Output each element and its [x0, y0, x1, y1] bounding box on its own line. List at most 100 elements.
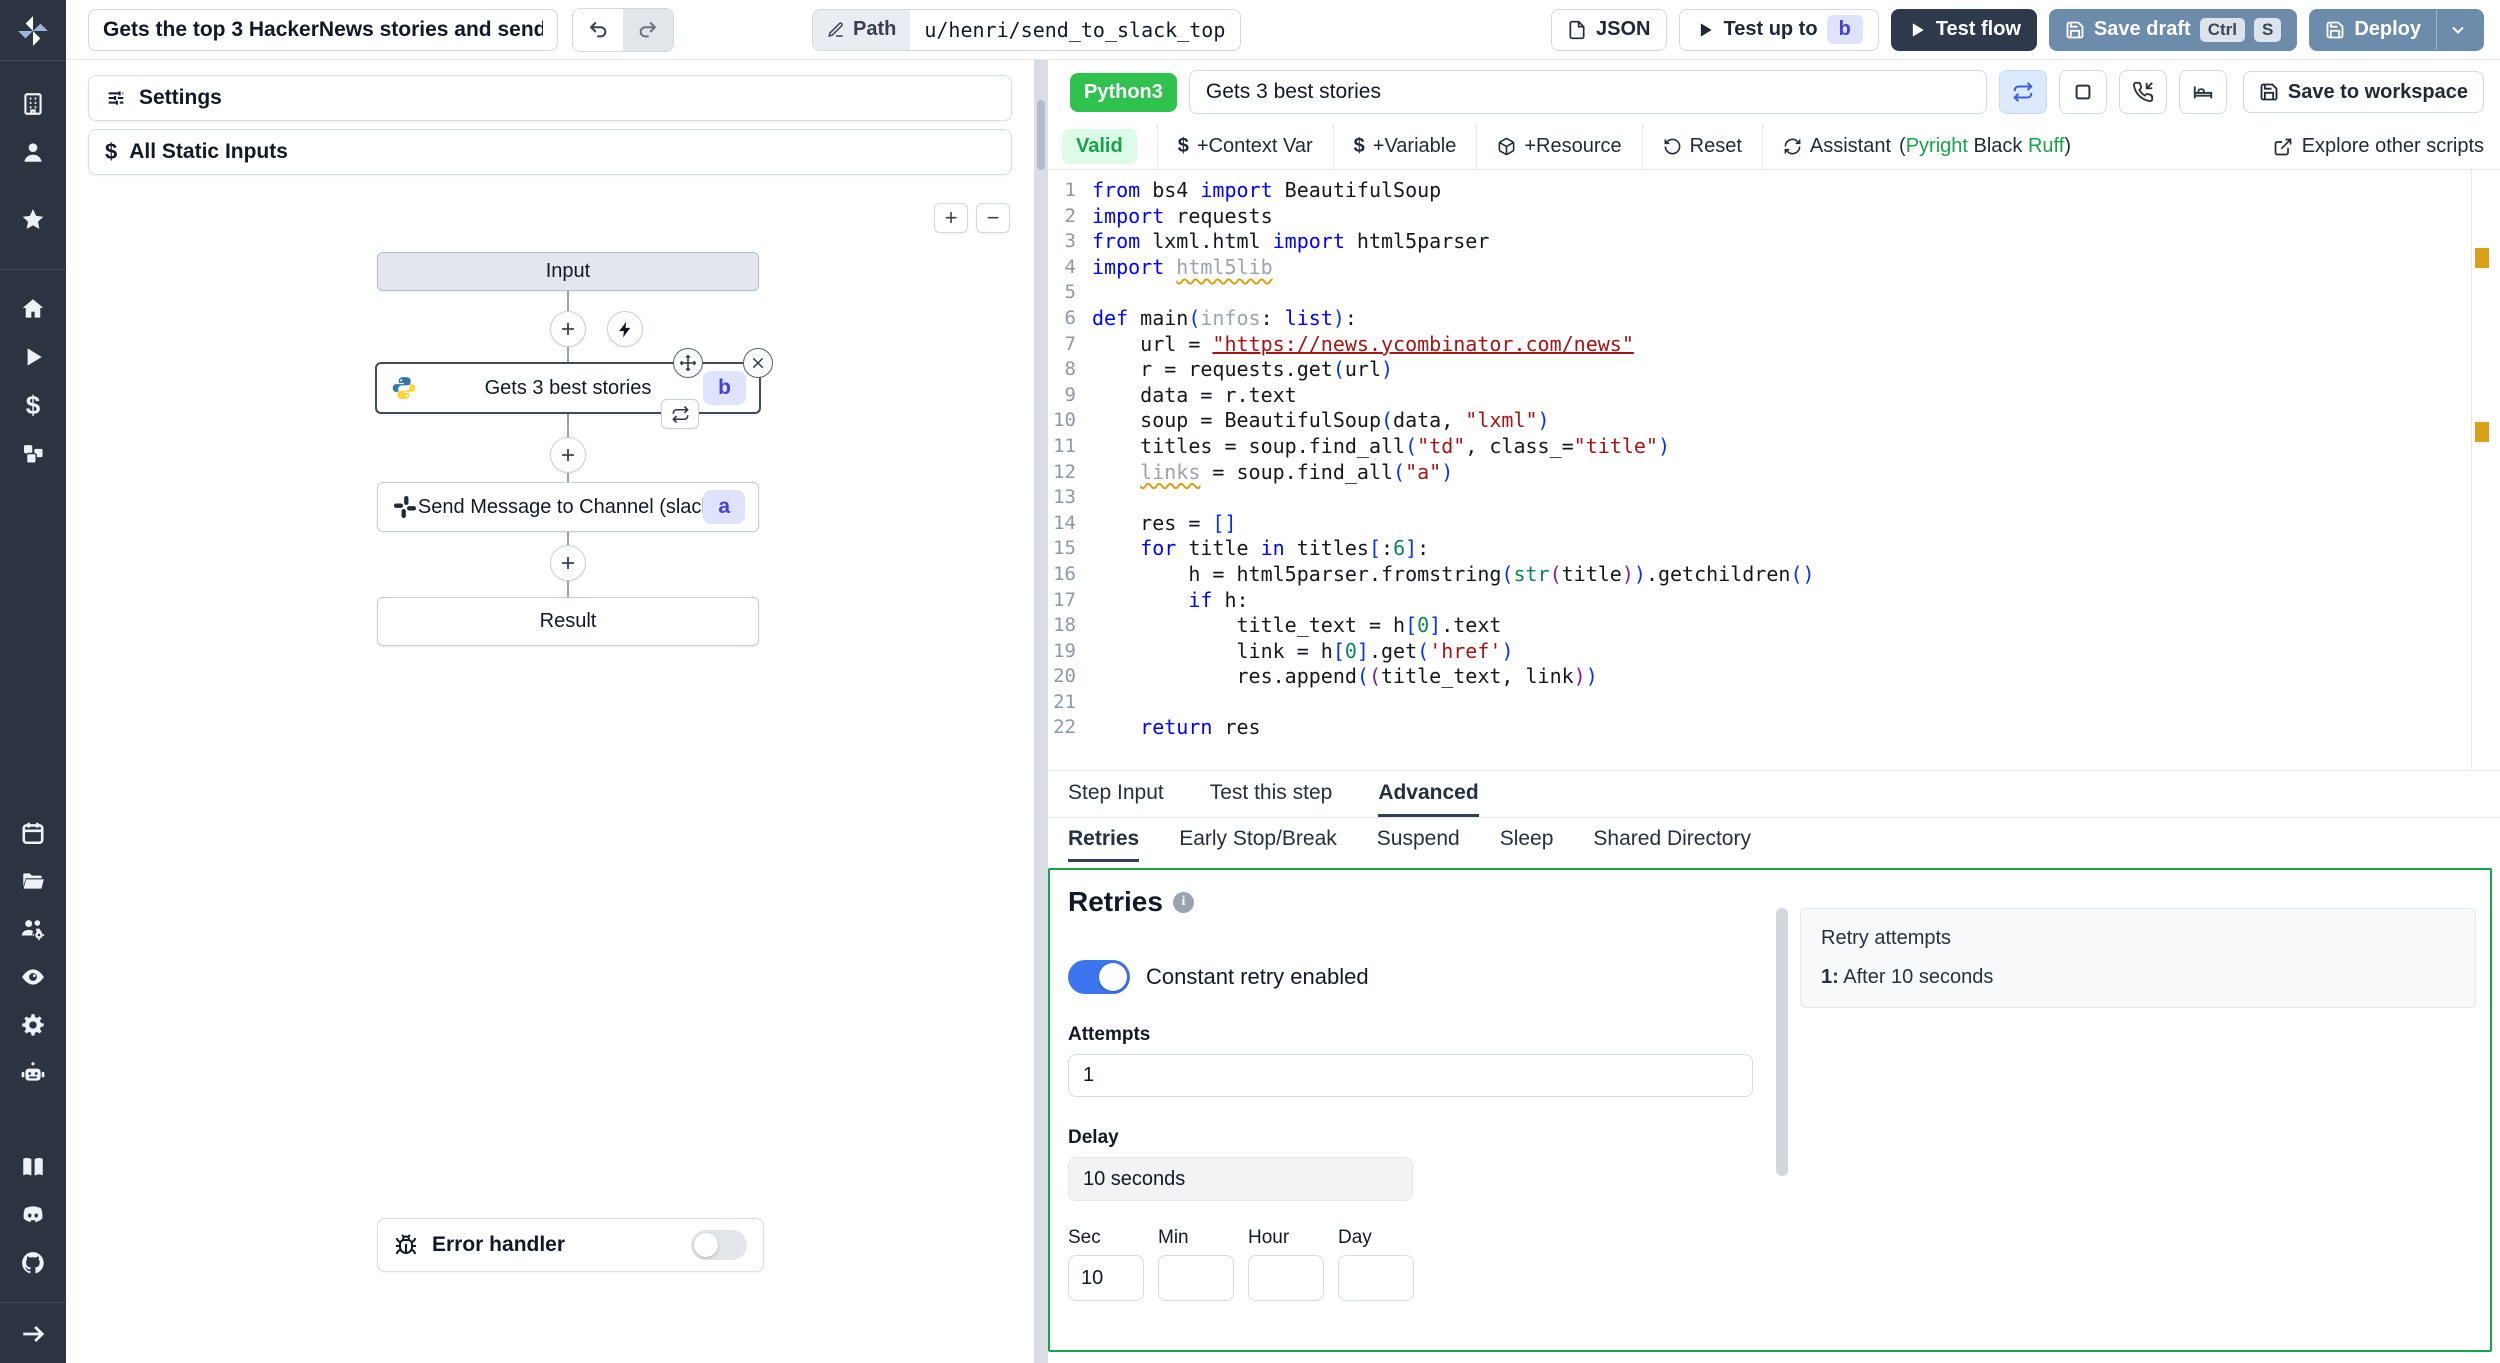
retry-indicator-button[interactable] — [661, 399, 699, 429]
code-line[interactable]: 14 res = [] — [1048, 511, 2500, 537]
code-line[interactable]: 1 from bs4 import BeautifulSoup — [1048, 178, 2500, 204]
code-line[interactable]: 2 import requests — [1048, 204, 2500, 230]
error-handler-toggle[interactable] — [691, 1230, 747, 1260]
explore-other-scripts-button[interactable]: Explore other scripts — [2273, 135, 2484, 158]
arrow-right-icon[interactable] — [18, 1319, 48, 1349]
json-button[interactable]: JSON — [1551, 8, 1667, 51]
step-title-input[interactable] — [1188, 70, 1987, 114]
calendar-icon[interactable] — [18, 818, 48, 848]
save-to-workspace-button[interactable]: Save to workspace — [2242, 71, 2484, 113]
graph-zoom-in-button[interactable]: + — [934, 203, 968, 233]
code-line[interactable]: 15 for title in titles[:6]: — [1048, 536, 2500, 562]
code-line[interactable]: 5 — [1048, 280, 2500, 306]
insert-step-button[interactable] — [550, 437, 586, 473]
min-input[interactable] — [1158, 1255, 1234, 1301]
subtab-sleep[interactable]: Sleep — [1500, 818, 1554, 862]
move-step-button[interactable] — [673, 348, 703, 378]
flow-title-input[interactable] — [88, 8, 558, 51]
subtab-shared-directory[interactable]: Shared Directory — [1593, 818, 1751, 862]
insert-step-button[interactable] — [550, 311, 586, 347]
code-line[interactable]: 9 data = r.text — [1048, 383, 2500, 409]
undo-button[interactable] — [573, 8, 623, 51]
redo-button[interactable] — [623, 8, 673, 51]
deploy-button[interactable]: Deploy — [2309, 8, 2484, 51]
discord-icon[interactable] — [18, 1200, 48, 1230]
code-line[interactable]: 4 import html5lib — [1048, 255, 2500, 281]
tab-test-this-step[interactable]: Test this step — [1210, 771, 1333, 817]
code-line[interactable]: 12 links = soup.find_all("a") — [1048, 460, 2500, 486]
rotate-ccw-icon — [1664, 138, 1680, 155]
flow-settings-button[interactable]: Settings — [88, 75, 1012, 121]
error-handler-card[interactable]: Error handler — [377, 1218, 764, 1272]
book-icon[interactable] — [18, 1152, 48, 1182]
code-line[interactable]: 8 r = requests.get(url) — [1048, 357, 2500, 383]
graph-zoom-out-button[interactable]: − — [976, 203, 1010, 233]
code-line[interactable]: 19 link = h[0].get('href') — [1048, 639, 2500, 665]
code-line[interactable]: 13 — [1048, 485, 2500, 511]
home-icon[interactable] — [18, 294, 48, 324]
path-input[interactable] — [910, 9, 1241, 50]
tab-step-input[interactable]: Step Input — [1068, 771, 1164, 817]
trigger-button[interactable] — [607, 311, 643, 347]
add-resource-button[interactable]: +Resource — [1497, 135, 1622, 158]
code-line[interactable]: 20 res.append((title_text, link)) — [1048, 664, 2500, 690]
delete-step-button[interactable] — [743, 348, 773, 378]
info-icon[interactable]: i — [1172, 891, 1194, 913]
test-flow-button[interactable]: Test flow — [1890, 8, 2037, 51]
hour-input[interactable] — [1248, 1255, 1324, 1301]
building-icon[interactable] — [18, 89, 48, 119]
user-icon[interactable] — [18, 137, 48, 167]
day-input[interactable] — [1338, 1255, 1414, 1301]
play-icon[interactable] — [18, 342, 48, 372]
attempts-input[interactable] — [1068, 1054, 1753, 1097]
suspend-shortcut-button[interactable] — [2118, 70, 2167, 114]
retries-shortcut-button[interactable] — [1998, 70, 2047, 114]
constant-retry-toggle[interactable] — [1068, 960, 1130, 994]
splitter-handle[interactable] — [1037, 100, 1045, 170]
folder-icon[interactable] — [18, 866, 48, 896]
input-node[interactable]: Input — [377, 252, 759, 291]
code-line[interactable]: 21 — [1048, 690, 2500, 716]
subtab-suspend[interactable]: Suspend — [1377, 818, 1460, 862]
code-editor[interactable]: 1 from bs4 import BeautifulSoup 2 import re… — [1048, 170, 2500, 770]
subtab-early-stop[interactable]: Early Stop/Break — [1179, 818, 1337, 862]
sleep-shortcut-button[interactable] — [2178, 70, 2227, 114]
panel-splitter[interactable] — [1034, 60, 1048, 1363]
insert-step-button[interactable] — [550, 545, 586, 581]
add-variable-button[interactable]: $ +Variable — [1354, 135, 1457, 158]
retries-scrollbar[interactable] — [1776, 886, 1788, 1350]
gear-icon[interactable] — [18, 1010, 48, 1040]
code-line[interactable]: 7 url = "https://news.ycombinator.com/ne… — [1048, 332, 2500, 358]
add-context-var-button[interactable]: $ +Context Var — [1178, 135, 1313, 158]
tab-advanced[interactable]: Advanced — [1378, 771, 1479, 817]
early-stop-shortcut-button[interactable] — [2058, 70, 2107, 114]
code-line[interactable]: 6 def main(infos: list): — [1048, 306, 2500, 332]
eye-icon[interactable] — [18, 962, 48, 992]
step-node-a[interactable]: Send Message to Channel (slack) a — [377, 482, 759, 532]
dollar-icon[interactable]: $ — [18, 390, 48, 420]
windmill-logo-icon[interactable] — [14, 12, 52, 50]
code-line[interactable]: 10 soup = BeautifulSoup(data, "lxml") — [1048, 408, 2500, 434]
github-icon[interactable] — [18, 1248, 48, 1278]
all-static-inputs-button[interactable]: $ All Static Inputs — [88, 129, 1012, 175]
code-line[interactable]: 22 return res — [1048, 715, 2500, 741]
assistant-button[interactable]: Assistant (Pyright Black Ruff) — [1783, 135, 2071, 158]
save-draft-button[interactable]: Save draft Ctrl S — [2048, 8, 2298, 51]
star-icon[interactable] — [18, 205, 48, 235]
test-up-to-button[interactable]: Test up to b — [1678, 8, 1879, 51]
topbar: Path JSON Test up to b Test flow — [66, 0, 2500, 60]
chevron-down-icon[interactable] — [2448, 20, 2468, 40]
code-line[interactable]: 17 if h: — [1048, 588, 2500, 614]
code-line[interactable]: 11 titles = soup.find_all("td", class_="… — [1048, 434, 2500, 460]
cubes-icon[interactable] — [18, 438, 48, 468]
reset-button[interactable]: Reset — [1663, 135, 1742, 158]
step-node-b[interactable]: Gets 3 best stories b — [375, 348, 773, 429]
users-gear-icon[interactable] — [18, 914, 48, 944]
robot-icon[interactable] — [18, 1058, 48, 1088]
code-line[interactable]: 3 from lxml.html import html5parser — [1048, 229, 2500, 255]
subtab-retries[interactable]: Retries — [1068, 818, 1140, 862]
sec-input[interactable] — [1068, 1255, 1144, 1301]
result-node[interactable]: Result — [377, 597, 759, 646]
code-line[interactable]: 18 title_text = h[0].text — [1048, 613, 2500, 639]
code-line[interactable]: 16 h = html5parser.fromstring(str(title)… — [1048, 562, 2500, 588]
